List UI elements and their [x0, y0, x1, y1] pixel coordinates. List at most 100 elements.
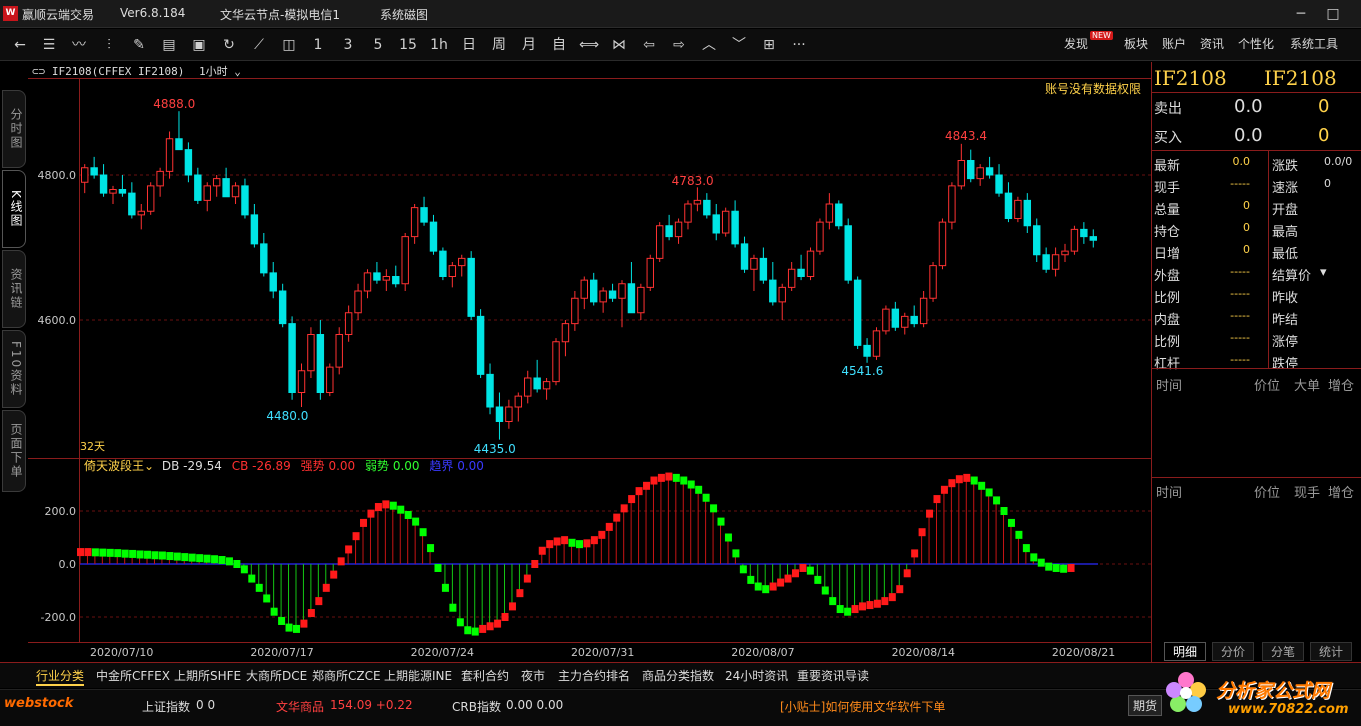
candle-body [1061, 250, 1069, 256]
tab-dce[interactable]: 大商所DCE [246, 667, 307, 684]
candle-body [825, 203, 834, 223]
tab-important-news[interactable]: 重要资讯导读 [797, 667, 869, 684]
system-menu[interactable]: 系统磁图 [380, 6, 428, 23]
indicator-name[interactable]: 倚天波段王 [84, 459, 144, 473]
kline-chart[interactable]: 4800.0 4600.0 200.0 0.0 -200.0 4888.0 4480.0 4… [28, 62, 1151, 662]
candle-body [118, 189, 127, 194]
tab-order[interactable]: 页面下单 [2, 410, 26, 492]
period-3[interactable]: 3 [338, 33, 358, 57]
tab-shfe[interactable]: 上期所SHFE [174, 667, 241, 684]
save-icon[interactable]: ▣ [188, 33, 210, 57]
tab-main-rank[interactable]: 主力合约排名 [558, 667, 630, 684]
indicator-block [754, 582, 762, 591]
grid-icon[interactable]: ⊞ [758, 33, 780, 57]
futures-button[interactable]: 期货 [1128, 695, 1163, 716]
candle-body [778, 286, 786, 303]
candle-body [891, 308, 900, 328]
period-1[interactable]: 1 [308, 33, 328, 57]
server-node[interactable]: 文华云节点-模拟电信1 [220, 6, 340, 23]
indicator-tick-label: 0.0 [59, 558, 77, 571]
sell-price: 0.0 [1234, 96, 1263, 117]
indicator-block [806, 566, 814, 575]
back-icon[interactable]: ← [10, 33, 30, 57]
chevron-down-icon[interactable]: ▾ [1320, 265, 1327, 280]
list-icon[interactable]: ☰ [38, 33, 60, 57]
candle-body [703, 199, 711, 216]
indicator-block [479, 624, 487, 633]
down-chevron-icon[interactable]: ﹀ [728, 33, 750, 57]
tab-industry[interactable]: 行业分类 [36, 667, 85, 686]
period-week[interactable]: 周 [488, 33, 510, 57]
candle-body [467, 257, 475, 317]
tab-cffex[interactable]: 中金所CFFEX [96, 667, 170, 684]
period-5[interactable]: 5 [368, 33, 388, 57]
indicator-block [166, 552, 174, 561]
tab-stats[interactable]: 统计 [1310, 642, 1353, 661]
tab-arbitrage[interactable]: 套利合约 [461, 667, 509, 684]
indicator-block [993, 496, 1001, 505]
left-arrow-icon[interactable]: ⇦ [638, 33, 660, 57]
indicator-block [255, 583, 263, 592]
system-tools-menu[interactable]: 系统工具 [1290, 35, 1338, 52]
tab-price-dist[interactable]: 分价 [1212, 642, 1255, 661]
line-chart-icon[interactable]: 〰 [68, 33, 90, 57]
candle-body [392, 276, 400, 285]
draw-icon[interactable]: ✎ [128, 33, 150, 57]
candle-body [231, 185, 240, 198]
indicator-block [136, 550, 144, 559]
indicator-block [494, 619, 502, 628]
tab-kline[interactable]: K线图 [2, 170, 26, 248]
indicator-block [844, 607, 852, 616]
up-chevron-icon[interactable]: ︿ [698, 33, 720, 57]
candle-body [901, 315, 909, 328]
candle-body [410, 207, 419, 238]
expand-icon[interactable]: ⟺ [578, 33, 600, 57]
trend-icon[interactable]: ⟋ [248, 33, 270, 57]
quote-row: 现手 ----- 速涨 0 [1152, 174, 1361, 196]
sector-menu[interactable]: 板块 [1124, 35, 1148, 52]
period-15[interactable]: 15 [396, 33, 420, 57]
right-arrow-icon[interactable]: ⇨ [668, 33, 690, 57]
shrink-icon[interactable]: ⋈ [608, 33, 630, 57]
candle-icon[interactable]: ⫶ [98, 33, 120, 57]
tab-f10[interactable]: F10资料 [2, 330, 26, 408]
candle-body [1004, 192, 1013, 219]
indicator-block [985, 488, 993, 497]
candle-body [985, 167, 994, 176]
candle-body [354, 290, 362, 314]
candle-body [1051, 254, 1060, 270]
tab-ticks[interactable]: 分笔 [1262, 642, 1305, 661]
tab-ine[interactable]: 上期能源INE [384, 667, 452, 684]
minimize-button[interactable]: ─ [1286, 4, 1316, 24]
account-menu[interactable]: 账户 [1162, 35, 1186, 52]
refresh-icon[interactable]: ↻ [218, 33, 240, 57]
tab-czce[interactable]: 郑商所CZCE [312, 667, 381, 684]
tab-commodity-index[interactable]: 商品分类指数 [642, 667, 714, 684]
quote-row: 持仓 0 最高 [1152, 218, 1361, 240]
discover-menu[interactable]: 发现 [1064, 35, 1088, 52]
indicator-chevron-icon[interactable]: ⌄ [144, 459, 158, 473]
panel-icon[interactable]: ▤ [158, 33, 180, 57]
period-custom[interactable]: 自 [548, 33, 570, 57]
indicator-block [963, 473, 971, 482]
period-month[interactable]: 月 [518, 33, 540, 57]
tab-timeshare[interactable]: 分时图 [2, 90, 26, 168]
indicator-block [583, 539, 591, 548]
period-1h[interactable]: 1h [428, 33, 450, 57]
tab-24h-news[interactable]: 24小时资讯 [725, 667, 788, 684]
news-menu[interactable]: 资讯 [1200, 35, 1224, 52]
maximize-button[interactable]: □ [1318, 4, 1348, 24]
tab-detail[interactable]: 明细 [1164, 642, 1207, 661]
quote-contract-2: IF2108 [1264, 66, 1337, 90]
indicator-block [471, 627, 479, 636]
period-day[interactable]: 日 [458, 33, 480, 57]
tab-night[interactable]: 夜市 [521, 667, 545, 684]
date-tick-label: 2020/07/10 [90, 646, 153, 659]
personalize-menu[interactable]: 个性化 [1238, 35, 1274, 52]
more-button[interactable]: ··· [788, 33, 810, 57]
chart-icon[interactable]: ◫ [278, 33, 300, 57]
indicator-block [441, 583, 449, 592]
candle-body [184, 149, 193, 176]
tip-text[interactable]: [小贴士]如何使用文华软件下单 [780, 698, 945, 715]
tab-news-chain[interactable]: 资讯链 [2, 250, 26, 328]
